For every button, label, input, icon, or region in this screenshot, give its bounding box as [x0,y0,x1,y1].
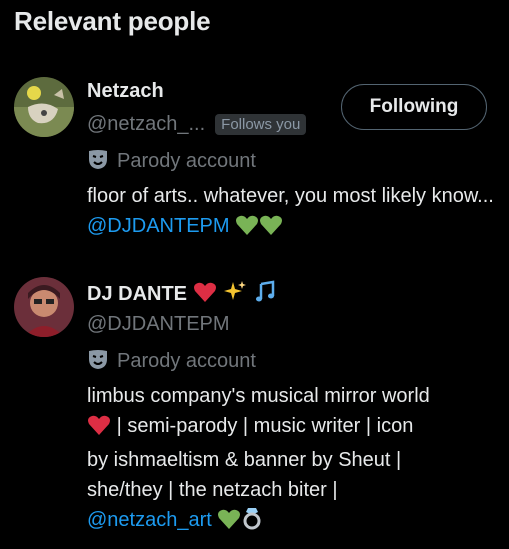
red-heart-icon [193,281,217,308]
user-bio: limbus company's musical mirror world | … [87,381,497,539]
music-notes-icon [253,280,277,309]
follows-you-badge: Follows you [215,114,307,135]
bio-line: | semi-parody | music writer | icon [87,411,497,445]
parody-mask-icon [87,148,109,175]
display-name[interactable]: DJ DANTE [87,283,187,306]
red-heart-icon [87,414,111,445]
bio-mention-link[interactable]: @DJDANTEPM [87,215,230,237]
section-title: Relevant people [14,6,211,36]
relevant-people-panel: Relevant people Netzach @netzach_... Fol… [0,0,509,549]
ring-icon [241,506,263,539]
green-heart-icon [259,214,283,245]
bio-line: limbus company's musical mirror world [87,385,430,407]
following-button[interactable]: Following [341,84,487,130]
bio-line: she/they | the netzach biter | [87,479,338,501]
bio-text: | semi-parody | music writer | icon [116,415,414,437]
user-handle[interactable]: @netzach_... [87,113,205,136]
green-heart-icon [217,508,241,539]
user-bio: floor of arts.. whatever, you most likel… [87,181,497,245]
sparkles-icon [223,280,247,309]
display-name[interactable]: Netzach [87,80,164,103]
bio-line: @netzach_art [87,505,497,539]
parody-mask-icon [87,348,109,375]
bio-mention-link[interactable]: @netzach_art [87,509,212,531]
parody-account-label: Parody account [117,150,256,172]
avatar[interactable] [14,77,74,137]
bio-text: floor of arts.. whatever, you most likel… [87,185,494,207]
parody-account-label: Parody account [117,350,256,372]
user-handle[interactable]: @DJDANTEPM [87,313,230,336]
bio-line: by ishmaeltism & banner by Sheut | [87,449,402,471]
avatar[interactable] [14,277,74,337]
green-heart-icon [235,214,259,245]
